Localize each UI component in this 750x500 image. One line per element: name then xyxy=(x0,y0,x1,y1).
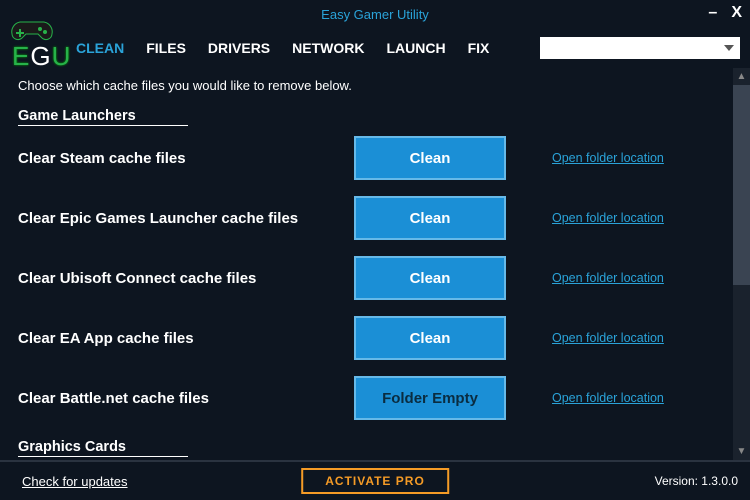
row-ubisoft: Clear Ubisoft Connect cache files Clean … xyxy=(18,248,744,308)
open-folder-link[interactable]: Open folder location xyxy=(552,391,664,405)
footer-bar: Check for updates ACTIVATE PRO Version: … xyxy=(0,460,750,500)
open-folder-link[interactable]: Open folder location xyxy=(552,331,664,345)
section-graphics-cards: Graphics Cards xyxy=(18,439,188,457)
open-folder-link[interactable]: Open folder location xyxy=(552,211,664,225)
main-nav: CLEAN FILES DRIVERS NETWORK LAUNCH FIX xyxy=(76,40,489,56)
app-logo: E G U xyxy=(6,28,66,68)
activate-pro-button[interactable]: ACTIVATE PRO xyxy=(301,468,449,494)
clean-button[interactable]: Clean xyxy=(354,196,506,240)
row-steam: Clear Steam cache files Clean Open folde… xyxy=(18,128,744,188)
window-controls: – X xyxy=(708,4,742,22)
open-folder-link[interactable]: Open folder location xyxy=(552,271,664,285)
title-bar: Easy Gamer Utility – X xyxy=(0,0,750,28)
instruction-text: Choose which cache files you would like … xyxy=(18,78,744,93)
version-label: Version: 1.3.0.0 xyxy=(655,474,738,488)
row-label: Clear Ubisoft Connect cache files xyxy=(18,270,354,287)
profile-dropdown[interactable] xyxy=(540,37,740,59)
row-label: Clear Epic Games Launcher cache files xyxy=(18,210,354,227)
scroll-down-icon[interactable]: ▼ xyxy=(733,443,750,460)
window-title: Easy Gamer Utility xyxy=(321,7,429,22)
header: E G U CLEAN FILES DRIVERS NETWORK LAUNCH… xyxy=(0,28,750,68)
row-epic: Clear Epic Games Launcher cache files Cl… xyxy=(18,188,744,248)
content: Choose which cache files you would like … xyxy=(0,68,750,460)
row-label: Clear EA App cache files xyxy=(18,330,354,347)
tab-clean[interactable]: CLEAN xyxy=(76,40,124,56)
tab-files[interactable]: FILES xyxy=(146,40,186,56)
close-icon[interactable]: X xyxy=(731,4,742,22)
scroll-thumb[interactable] xyxy=(733,85,750,285)
section-game-launchers: Game Launchers xyxy=(18,108,188,126)
tab-drivers[interactable]: DRIVERS xyxy=(208,40,270,56)
vertical-scrollbar[interactable]: ▲ ▼ xyxy=(733,68,750,460)
tab-network[interactable]: NETWORK xyxy=(292,40,364,56)
tab-launch[interactable]: LAUNCH xyxy=(386,40,445,56)
check-updates-link[interactable]: Check for updates xyxy=(22,474,128,489)
row-ea: Clear EA App cache files Clean Open fold… xyxy=(18,308,744,368)
row-label: Clear Steam cache files xyxy=(18,150,354,167)
scroll-up-icon[interactable]: ▲ xyxy=(733,68,750,85)
clean-button[interactable]: Clean xyxy=(354,136,506,180)
row-label: Clear Battle.net cache files xyxy=(18,390,354,407)
clean-button[interactable]: Clean xyxy=(354,316,506,360)
row-battlenet: Clear Battle.net cache files Folder Empt… xyxy=(18,368,744,428)
clean-button[interactable]: Clean xyxy=(354,256,506,300)
tab-fix[interactable]: FIX xyxy=(468,40,490,56)
minimize-icon[interactable]: – xyxy=(708,4,717,22)
folder-empty-button[interactable]: Folder Empty xyxy=(354,376,506,420)
open-folder-link[interactable]: Open folder location xyxy=(552,151,664,165)
